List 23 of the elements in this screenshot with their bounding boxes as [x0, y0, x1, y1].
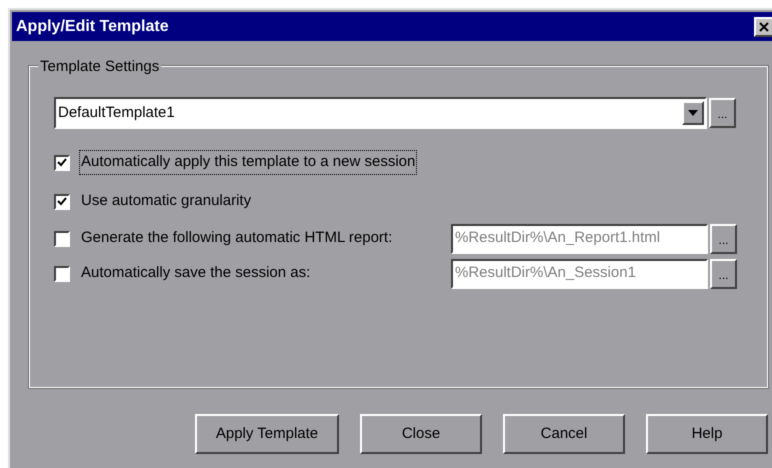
close-button[interactable]: [754, 16, 772, 36]
close-icon: [759, 22, 769, 32]
window-title: Apply/Edit Template: [16, 16, 169, 36]
checkmark-icon: [57, 158, 67, 167]
browse-button[interactable]: ...: [710, 258, 737, 288]
template-dropdown[interactable]: DefaultTemplate1: [54, 97, 707, 129]
option-label: Use automatic granularity: [80, 191, 252, 212]
dialog-button[interactable]: Cancel: [503, 414, 625, 454]
caret-icon: [688, 110, 698, 116]
option-label: Generate the following automatic HTML report:: [80, 228, 394, 248]
checkbox[interactable]: [54, 230, 70, 246]
dialog-button[interactable]: Close: [360, 414, 482, 454]
checkbox[interactable]: [54, 154, 70, 170]
option-label: Automatically apply this template to a new session: [80, 151, 416, 174]
checkmark-icon: [57, 197, 67, 206]
checkbox[interactable]: [54, 266, 70, 282]
checkbox[interactable]: [54, 194, 70, 210]
browse-button[interactable]: ...: [710, 224, 737, 254]
browse-button[interactable]: ...: [709, 98, 736, 128]
dialog-button[interactable]: Help: [646, 414, 768, 454]
dropdown-arrow-button[interactable]: [682, 101, 704, 125]
option-label: Automatically save the session as:: [80, 263, 312, 284]
dialog-button[interactable]: Apply Template: [195, 414, 339, 454]
